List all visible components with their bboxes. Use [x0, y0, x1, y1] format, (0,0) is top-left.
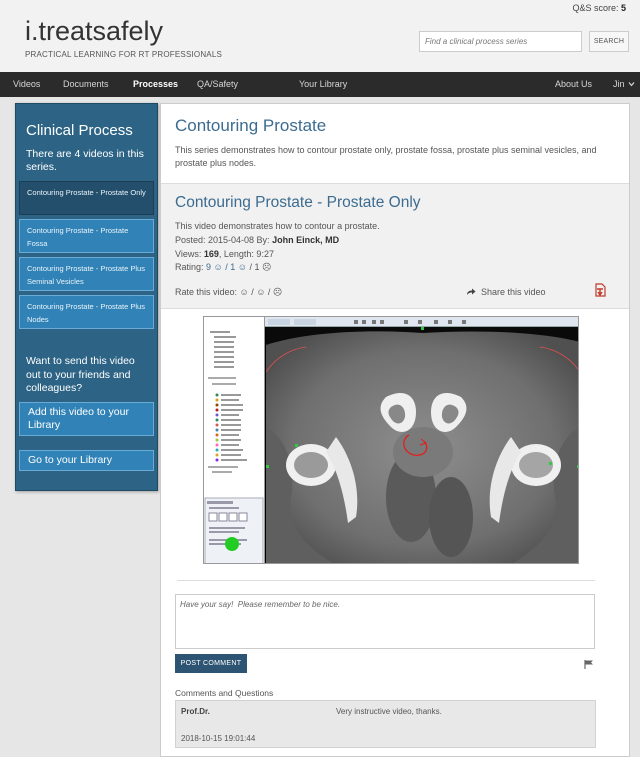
share-video-link[interactable]: Share this video [466, 287, 546, 297]
site-logo[interactable]: i.treatsafely [25, 16, 163, 47]
structure-tree-pane [204, 317, 265, 563]
video-title: Contouring Prostate - Prostate Only [175, 194, 421, 211]
video-posted: Posted: 2015-04-08 By: John Einck, MD [175, 235, 339, 245]
posted-label: Posted: 2015-04-08 By: [175, 235, 270, 245]
structure-tree-graphic [204, 331, 264, 563]
add-to-library-button[interactable]: Add this video to your Library [19, 402, 154, 436]
green-marker-icon [225, 537, 239, 551]
series-title: Contouring Prostate [175, 116, 327, 135]
sidebar-video-prostate-only[interactable]: Contouring Prostate - Prostate Only [19, 181, 154, 215]
comment-text: Very instructive video, thanks. [336, 707, 442, 716]
video-author[interactable]: John Einck, MD [272, 235, 339, 245]
site-header: Q&S score: 5 i.treatsafely PRACTICAL LEA… [0, 0, 640, 72]
sidebar-video-count: There are 4 videos in this series. [26, 148, 144, 173]
video-player[interactable] [203, 316, 579, 564]
rating-rest: / 1 ☹ [246, 262, 272, 272]
video-rating: Rating: 9 ☺ / 1 ☺ / 1 ☹ [175, 262, 271, 273]
clinical-process-sidebar: Clinical Process There are 4 videos in t… [15, 103, 158, 491]
nav-documents[interactable]: Documents [63, 79, 109, 89]
post-comment-button[interactable]: POST COMMENT [175, 654, 247, 673]
nav-videos[interactable]: Videos [13, 79, 40, 89]
ct-scan-image [265, 327, 578, 563]
search-input[interactable] [419, 31, 582, 52]
chevron-down-icon [628, 82, 635, 87]
comment-author: Prof.Dr. [181, 707, 210, 716]
views-label: Views: [175, 249, 202, 259]
ct-scan-viewer[interactable] [225, 327, 578, 563]
video-description: This video demonstrates how to contour a… [175, 221, 380, 231]
qs-score-label: Q&S score: [572, 3, 619, 13]
search-button[interactable]: SEARCH [589, 31, 629, 52]
sidebar-video-seminal-vesicles[interactable]: Contouring Prostate - Prostate Plus Semi… [19, 257, 154, 291]
video-length: , Length: 9:27 [218, 249, 274, 259]
rating-label: Rating: [175, 262, 204, 272]
comment-textarea[interactable] [175, 594, 595, 649]
comment-item: Prof.Dr. Very instructive video, thanks.… [175, 700, 596, 748]
qs-score: Q&S score: 5 [572, 3, 626, 13]
main-content: Contouring Prostate This series demonstr… [160, 103, 630, 757]
sidebar-video-prostate-nodes[interactable]: Contouring Prostate - Prostate Plus Node… [19, 295, 154, 329]
rating-value: 9 ☺ / 1 ☺ [206, 262, 247, 272]
rate-this-video[interactable]: Rate this video: ☺ / ☺ / ☹ [175, 287, 282, 298]
pdf-icon[interactable] [594, 283, 606, 297]
comments-section-label: Comments and Questions [175, 688, 274, 698]
video-views: Views: 169, Length: 9:27 [175, 249, 274, 259]
main-nav: Videos Documents Processes QA/Safety You… [0, 72, 640, 97]
views-count: 169 [203, 249, 219, 259]
nav-processes[interactable]: Processes [133, 79, 178, 89]
series-description: This series demonstrates how to contour … [175, 145, 597, 168]
nav-about-us[interactable]: About Us [555, 79, 592, 89]
nav-your-library[interactable]: Your Library [299, 79, 347, 89]
video-info-panel: Contouring Prostate - Prostate Only This… [161, 183, 629, 309]
nav-user-menu[interactable]: Jin [613, 79, 635, 89]
qs-score-value: 5 [620, 3, 626, 13]
go-to-library-button[interactable]: Go to your Library [19, 450, 154, 471]
nav-qa-safety[interactable]: QA/Safety [197, 79, 238, 89]
comment-date: 2018-10-15 19:01:44 [181, 734, 256, 743]
share-label: Share this video [481, 287, 546, 297]
site-tagline: PRACTICAL LEARNING FOR RT PROFESSIONALS [25, 50, 223, 59]
sidebar-share-text: Want to send this video out to your frie… [26, 355, 135, 394]
share-arrow-icon [467, 288, 476, 295]
user-name: Jin [613, 79, 625, 89]
flag-icon[interactable] [584, 660, 594, 669]
sidebar-video-prostate-fossa[interactable]: Contouring Prostate - Prostate Fossa [19, 219, 154, 253]
divider [177, 580, 595, 581]
sidebar-title: Clinical Process [26, 122, 133, 139]
